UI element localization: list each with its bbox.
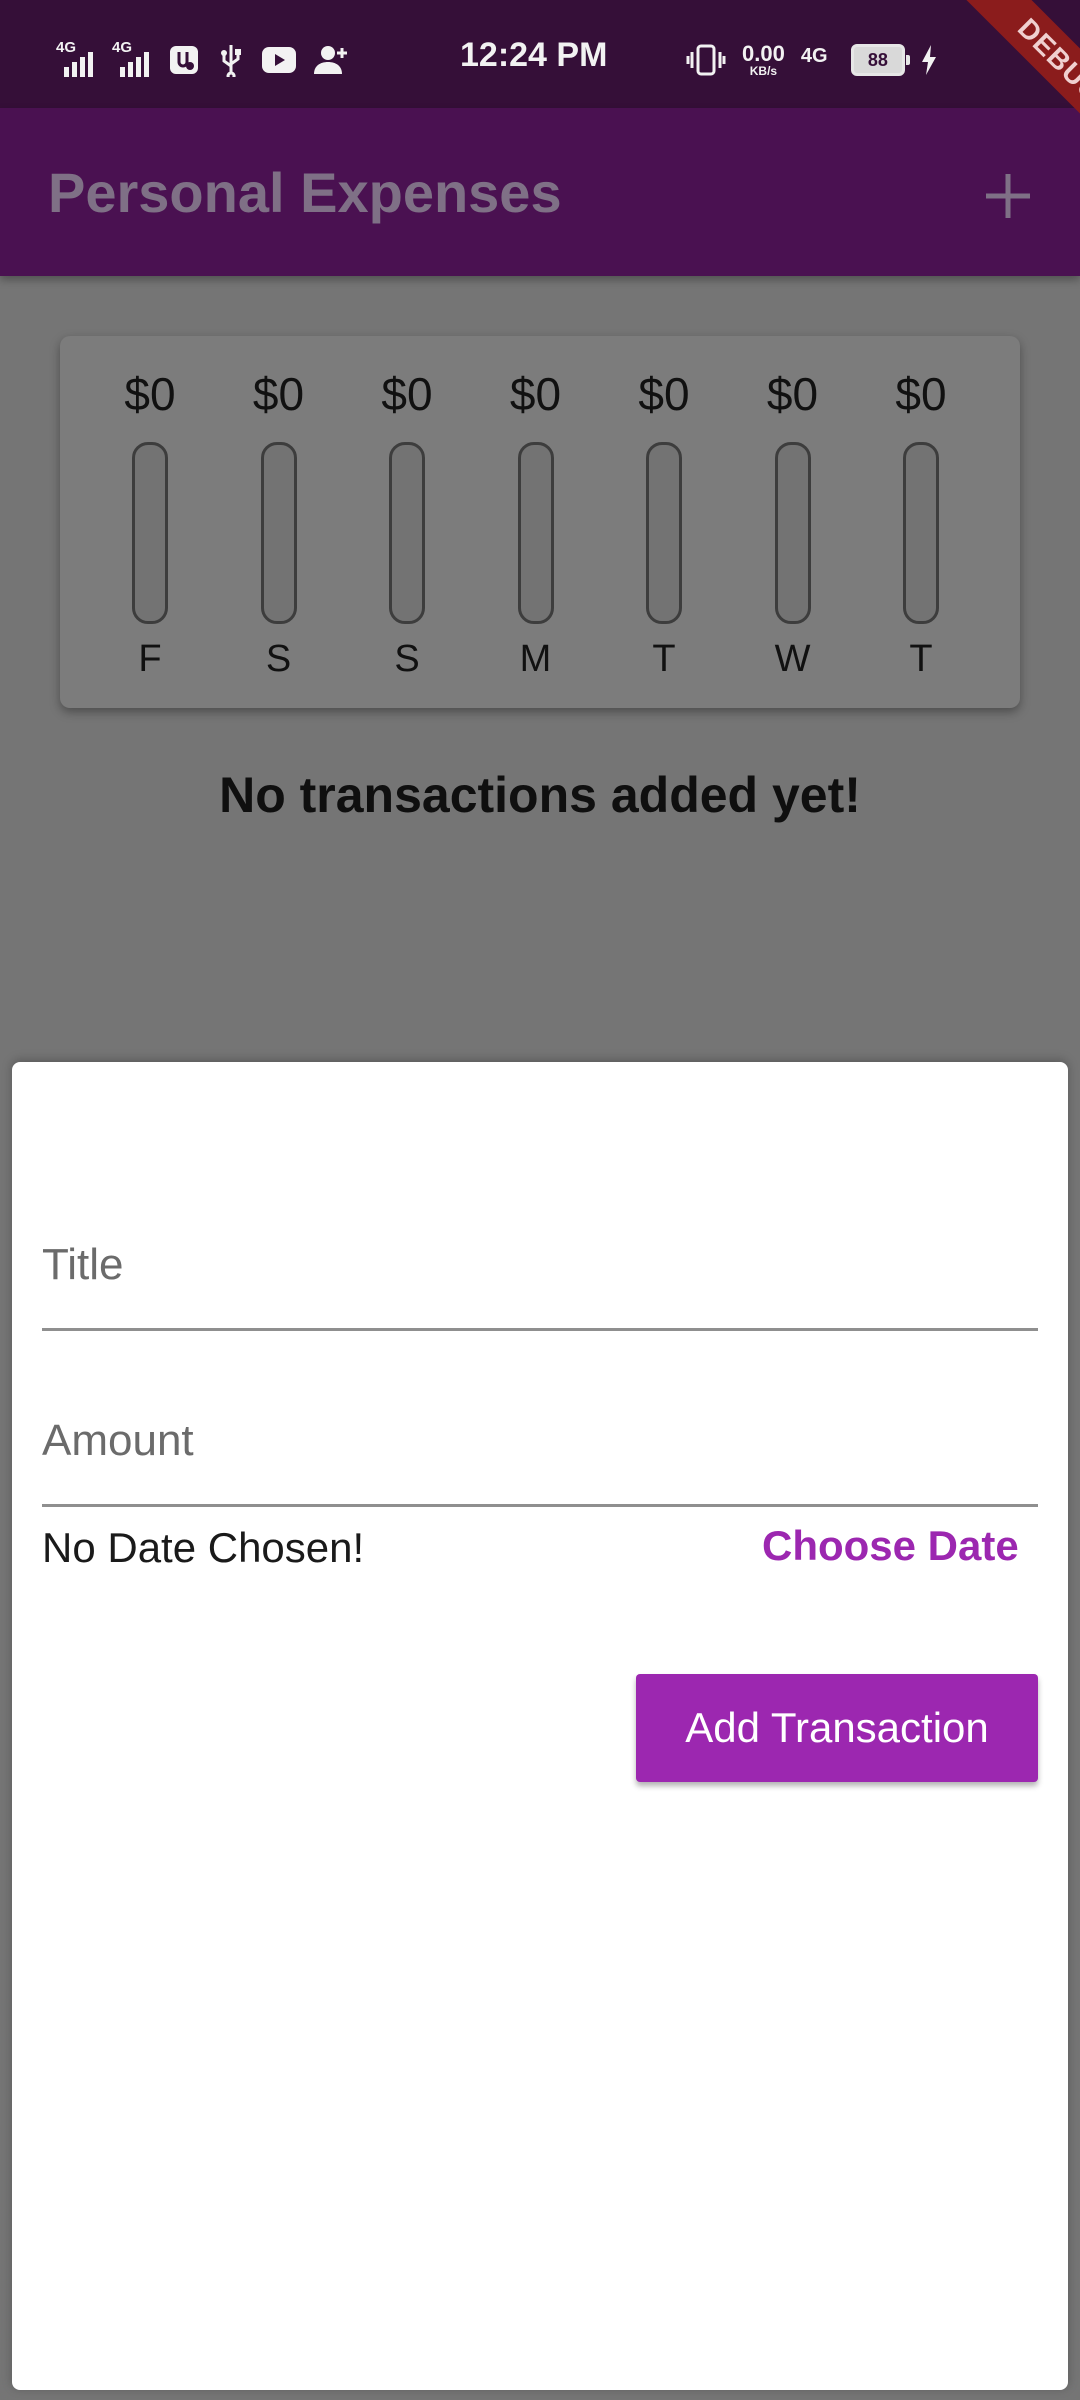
- choose-date-button[interactable]: Choose Date: [738, 1510, 1043, 1582]
- chart-bar: [774, 442, 811, 624]
- chart-bar: [517, 442, 554, 624]
- signal-icon: 4G: [112, 39, 150, 77]
- data-speed: 0.00 KB/s: [742, 41, 785, 78]
- chart-bar-day-label: S: [265, 638, 292, 680]
- chart-bar-day-label: W: [774, 638, 811, 680]
- network-type: 4G: [800, 45, 828, 67]
- add-transaction-button[interactable]: Add Transaction: [636, 1674, 1038, 1782]
- page-title: Personal Expenses: [48, 161, 562, 224]
- chart-bar-amount: $0: [509, 368, 562, 420]
- chart-bar-column: $0 F: [90, 366, 210, 681]
- chart-bar-day-label: T: [909, 638, 933, 680]
- clock: 12:24 PM: [460, 36, 608, 74]
- chart-bar-day-label: F: [138, 638, 162, 680]
- title-field[interactable]: [42, 1152, 1038, 1331]
- chart-bar-column: $0 T: [861, 366, 981, 681]
- chart-bar-amount: $0: [381, 368, 433, 420]
- chart-bar-day-label: S: [394, 638, 420, 680]
- weekly-chart: $0 F $0 S $0 S $0 M $0 T $0 W $0 T: [60, 336, 1020, 708]
- status-left-icons: 4G 4G: [56, 39, 348, 80]
- title-input[interactable]: [42, 1240, 1038, 1290]
- amount-field[interactable]: [42, 1328, 1038, 1507]
- chart-bar-column: $0 W: [733, 366, 853, 681]
- chart-bar-day-label: M: [519, 638, 552, 680]
- chart-bar: [389, 442, 425, 624]
- app-bar: Personal Expenses: [0, 108, 1080, 276]
- usb-icon: [218, 40, 244, 80]
- youtube-icon: [262, 40, 296, 80]
- chart-bar-amount: $0: [252, 368, 305, 420]
- chart-bar-amount: $0: [124, 368, 176, 420]
- amount-input[interactable]: [42, 1416, 1038, 1466]
- chart-bar: [903, 442, 939, 624]
- person-add-icon: [314, 40, 348, 80]
- chart-bar-column: $0 S: [347, 366, 467, 681]
- status-bar: 4G 4G 12:24 PM 0.00 KB/s 4G 88: [0, 0, 1080, 108]
- chart-bar: [132, 442, 168, 624]
- signal-icon: 4G: [56, 39, 94, 77]
- empty-state-message: No transactions added yet!: [219, 767, 861, 823]
- date-status-text: No Date Chosen!: [42, 1524, 365, 1571]
- chart-bar-amount: $0: [638, 368, 690, 420]
- battery-level: 88: [867, 49, 888, 70]
- charging-icon: [921, 40, 937, 80]
- chart-bar: [260, 442, 297, 624]
- add-icon[interactable]: [978, 166, 1038, 226]
- weekly-chart-card: $0 F $0 S $0 S $0 M $0 T $0 W $0 T: [60, 336, 1020, 708]
- chart-bar-amount: $0: [895, 368, 947, 420]
- chart-bar: [646, 442, 682, 624]
- chart-bar-column: $0 S: [219, 366, 339, 681]
- usb-debug-icon: [168, 40, 200, 80]
- new-transaction-sheet: No Date Chosen! Choose Date Add Transact…: [12, 1062, 1068, 2390]
- chart-bar-amount: $0: [766, 368, 819, 420]
- status-right-icons: 0.00 KB/s 4G 88: [686, 40, 937, 80]
- chart-bar-column: $0 T: [604, 366, 724, 681]
- vibrate-icon: [686, 40, 726, 80]
- chart-bar-column: $0 M: [476, 366, 596, 681]
- chart-bar-day-label: T: [652, 638, 676, 680]
- battery-icon: 88: [850, 44, 910, 76]
- signal-icon: 4G: [801, 43, 835, 77]
